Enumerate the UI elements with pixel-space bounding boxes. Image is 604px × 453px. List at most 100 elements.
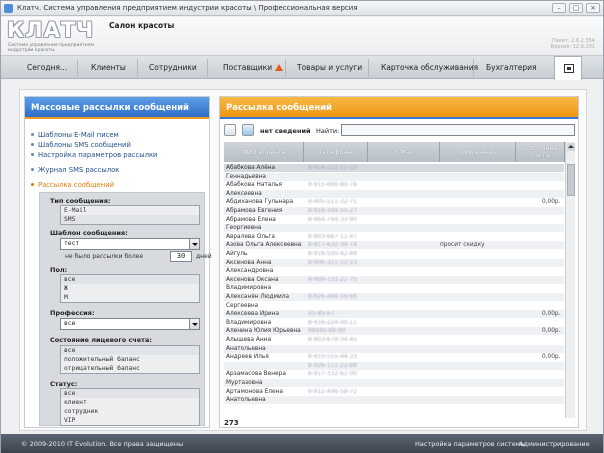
minimize-button[interactable]: – [552, 3, 566, 13]
table-row[interactable]: Алексеевна [224, 189, 564, 198]
gender-label: Пол: [50, 266, 68, 274]
mailing-module-button[interactable] [554, 56, 582, 80]
link-label: Журнал SMS рассылок [38, 166, 120, 174]
link-label: Шаблоны SMS сообщений [38, 141, 131, 149]
cell-phone: 8-917-632-34-74 [308, 242, 357, 249]
gender-option[interactable]: Ж [61, 284, 199, 293]
admin-link[interactable]: Администрирование [519, 440, 590, 448]
grid-scrollbar[interactable] [565, 142, 575, 418]
type-option[interactable]: SMS [61, 215, 199, 224]
scroll-up-icon[interactable] [567, 143, 575, 151]
link-mailing-settings[interactable]: Настройка параметров рассылки [31, 151, 157, 159]
cell-name: Айгуль [226, 251, 248, 257]
table-row[interactable]: Анатольевна [224, 396, 564, 405]
gender-option[interactable]: все [61, 275, 199, 284]
table-row[interactable]: Алексеева Ирина 45-85-67 0,00р. [224, 310, 564, 319]
table-row[interactable]: Аксенова Анна 8-906-311-12-23 [224, 258, 564, 267]
table-row[interactable]: Георгиевна [224, 224, 564, 233]
status-option[interactable]: VIP [61, 416, 199, 425]
search-input[interactable] [341, 124, 575, 136]
bullet-icon [31, 133, 34, 136]
col-balance[interactable]: Состояние счета [516, 142, 565, 162]
bullet-icon [31, 153, 34, 156]
table-row[interactable]: Абрамова Елена 8-964-744-33-90 [224, 216, 564, 224]
close-button[interactable]: × [586, 3, 600, 13]
cell-name: Абрамова Евгения [226, 208, 283, 214]
mailing-panel-title: Массовые рассылки сообщений [25, 97, 209, 119]
nav-service-card[interactable]: Карточка обслуживания [381, 63, 478, 72]
copyright: © 2009-2010 IT Evolution. Все права защи… [21, 440, 184, 448]
link-sms-templates[interactable]: Шаблоны SMS сообщений [31, 141, 131, 149]
chevron-down-icon[interactable] [189, 239, 199, 249]
col-email[interactable]: E-Mail [368, 142, 440, 162]
table-row[interactable]: Азова Ольга Алексеевна 8-917-632-34-74 про… [224, 241, 564, 250]
table-row[interactable]: Айгуль 8-916-500-42-89 [224, 250, 564, 258]
link-send-messages[interactable]: Рассылка сообщений [31, 181, 114, 189]
table-row[interactable]: Абабкова Алёна 8-916-222-11-33 [224, 164, 564, 172]
status-option[interactable]: все [61, 389, 199, 398]
main-nav: Сегодня... Клиенты Сотрудники Поставщики… [1, 55, 603, 79]
cell-phone: 98945-88-99 [308, 328, 346, 335]
table-row[interactable]: 8-926-111-22-88 [224, 361, 564, 370]
salon-name: Салон красоты [109, 21, 175, 30]
table-row[interactable]: Аленина Юлия Юрьевна 98945-88-99 0,00р. [224, 327, 564, 336]
nav-goods-services[interactable]: Товары и услуги [297, 63, 362, 72]
table-row[interactable]: Алышева Анна 8-903-678-34-45 [224, 336, 564, 344]
type-option[interactable]: E-Mail [61, 206, 199, 215]
table-row[interactable]: Авралева Ольга 8-903-667-11-47 [224, 233, 564, 241]
account-option[interactable]: отрицательный баланс [61, 364, 199, 373]
col-name[interactable]: ФИО клиента [224, 142, 304, 162]
users-icon[interactable] [242, 124, 254, 136]
chevron-down-icon[interactable] [189, 319, 199, 329]
table-row[interactable]: Сергеевна [224, 302, 564, 310]
nav-employees[interactable]: Сотрудники [149, 63, 197, 72]
cell-name: Анатольевна [226, 345, 266, 352]
cell-balance: 0,00р. [542, 311, 561, 318]
status-option[interactable]: клиент [61, 398, 199, 407]
table-row[interactable]: Владимировна [224, 284, 564, 292]
link-sms-journal[interactable]: Журнал SMS рассылок [31, 166, 119, 174]
nav-suppliers-label: Поставщики [223, 63, 273, 72]
filter-form: Тип сообщения: E-Mail SMS Шаблон сообщен… [39, 192, 205, 426]
profession-select[interactable]: все [60, 318, 200, 330]
col-phones[interactable]: Телефоны [304, 142, 368, 162]
table-row[interactable]: Александровна [224, 267, 564, 275]
col-note[interactable]: Примечание [440, 142, 516, 162]
nav-accounting[interactable]: Бухгалтерия [486, 63, 536, 72]
table-row[interactable]: Муртазовна [224, 379, 564, 387]
table-row[interactable]: Владимировна 8-916-224-00-11 [224, 319, 564, 327]
maximize-button[interactable]: □ [569, 3, 583, 13]
status-list[interactable]: все клиент сотрудник VIP [60, 388, 200, 426]
find-label: Найти: [316, 127, 340, 135]
account-option[interactable]: все [61, 346, 199, 355]
bullet-icon [31, 143, 34, 146]
type-list[interactable]: E-Mail SMS [60, 205, 200, 225]
system-settings-link[interactable]: Настройка параметров системы [415, 440, 526, 448]
days-input[interactable]: 30 [170, 251, 192, 262]
gender-option[interactable]: М [61, 293, 199, 302]
table-row[interactable]: Анатольевна [224, 344, 564, 353]
nav-today[interactable]: Сегодня... [27, 63, 67, 72]
scroll-thumb[interactable] [567, 164, 575, 196]
nav-clients[interactable]: Клиенты [91, 63, 126, 72]
template-select[interactable]: тест [60, 238, 200, 250]
account-list[interactable]: все положительный баланс отрицательный б… [60, 345, 200, 374]
table-row[interactable]: Геннадьевна [224, 172, 564, 181]
table-row[interactable]: Алексанян Людмила 8-926-404-55-66 [224, 293, 564, 301]
cell-phone: 8-905-511-32-71 [308, 199, 357, 206]
cell-name: Абабкова Наталья [226, 182, 282, 189]
table-row[interactable]: Абабкова Наталья 8-915-800-80-78 [224, 181, 564, 189]
table-row[interactable]: Абрамова Евгения 8-916-344-55-27 [224, 207, 564, 215]
link-email-templates[interactable]: Шаблоны E-Mail писем [31, 131, 119, 139]
logo-subtitle: Система управления предприятием индустри… [8, 43, 94, 53]
table-row[interactable]: Абдиханова Гульнара 8-905-511-32-71 0,00р. [224, 198, 564, 206]
table-row[interactable]: Андреев Илья 8-910-555-44-33 0,00р. [224, 353, 564, 361]
table-row[interactable]: Арзамасова Венера 8-917-332-61-00 [224, 370, 564, 378]
gender-list[interactable]: все Ж М [60, 274, 200, 303]
account-option[interactable]: положительный баланс [61, 355, 199, 364]
table-row[interactable]: Артамонова Елена 8-912-446-58-72 [224, 388, 564, 396]
table-row[interactable]: Аксенова Оксана 8-909-733-21-75 [224, 275, 564, 284]
status-option[interactable]: сотрудник [61, 407, 199, 416]
nav-suppliers[interactable]: Поставщики [223, 63, 284, 72]
document-icon[interactable] [224, 124, 236, 136]
